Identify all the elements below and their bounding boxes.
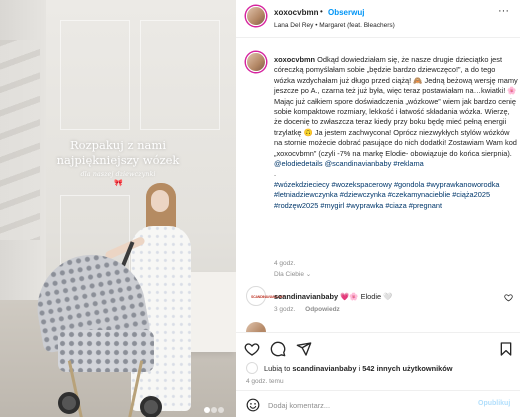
caption-hashtags[interactable]: #wózekdzieciecy #wozekspacerowy #gondola… bbox=[274, 180, 500, 210]
next-comment-avatar bbox=[246, 322, 266, 332]
likes-text[interactable]: Lubią to scandinavianbaby i 542 innych u… bbox=[264, 364, 453, 373]
carousel-dot[interactable] bbox=[218, 407, 224, 413]
comment-username[interactable]: scandinavianbaby bbox=[274, 292, 338, 301]
carousel-dots bbox=[204, 400, 228, 413]
separator-dot: • bbox=[320, 7, 323, 16]
caption-dot: . bbox=[274, 169, 277, 179]
emoji-icon[interactable] bbox=[246, 398, 260, 412]
avatar[interactable] bbox=[246, 6, 266, 26]
caption-section: xoxocvbmn Odkąd dowiedziałam się, że nas… bbox=[236, 38, 520, 328]
instagram-post-modal: Rozpakuj z nami najpiękniejszy wózek dla… bbox=[0, 0, 520, 417]
overlay-subtext: dla naszej dziewczynki bbox=[80, 170, 156, 178]
header-username[interactable]: xoxocvbmn bbox=[274, 8, 318, 17]
post-side-panel: xoxocvbmn • Obserwuj Lana Del Rey • Marg… bbox=[236, 0, 520, 417]
comment-time: 3 godz. bbox=[274, 306, 296, 313]
likes-count[interactable]: 542 innych użytkowników bbox=[362, 364, 452, 373]
post-photo[interactable]: Rozpakuj z nami najpiękniejszy wózek dla… bbox=[0, 0, 236, 417]
caption-username[interactable]: xoxocvbmn bbox=[274, 55, 315, 64]
photo-woman-face bbox=[151, 190, 169, 212]
wall-panel bbox=[60, 20, 130, 130]
carousel-dot[interactable] bbox=[211, 407, 217, 413]
share-icon[interactable] bbox=[296, 341, 312, 357]
comment-avatar[interactable]: SCANDINAVIANBABY bbox=[246, 286, 284, 306]
reply-button[interactable]: Odpowiedz bbox=[305, 306, 340, 313]
comment-text: scandinavianbaby 💗🌸 Elodie 🤍 bbox=[274, 292, 392, 301]
overlay-text-line: Rozpakuj z nami bbox=[69, 138, 166, 152]
publish-button[interactable]: Opublikuj bbox=[478, 400, 510, 407]
caption-mentions[interactable]: @elodiedetails @scandinavianbaby #reklam… bbox=[274, 159, 424, 168]
comment-like-icon[interactable] bbox=[504, 293, 513, 302]
action-bar bbox=[236, 332, 520, 366]
bow-emoji: 🎀 bbox=[114, 180, 123, 187]
wall-panel bbox=[140, 20, 220, 130]
post-timestamp: 4 godz. temu bbox=[246, 378, 284, 385]
likes-prefix: Lubią to bbox=[264, 364, 293, 373]
comment-input[interactable] bbox=[268, 398, 468, 412]
likes-user[interactable]: scandinavianbaby bbox=[292, 364, 356, 373]
caption-text: xoxocvbmn Odkąd dowiedziałam się, że nas… bbox=[274, 55, 518, 211]
stroller-wheel bbox=[140, 396, 162, 417]
comment-body: 💗🌸 Elodie 🤍 bbox=[340, 292, 393, 301]
heart-icon[interactable] bbox=[244, 341, 260, 357]
follow-button[interactable]: Obserwuj bbox=[328, 8, 364, 17]
avatar[interactable] bbox=[246, 52, 266, 72]
post-header: xoxocvbmn • Obserwuj Lana Del Rey • Marg… bbox=[236, 0, 520, 38]
bookmark-icon[interactable] bbox=[498, 341, 514, 357]
comment-meta: 3 godz. Odpowiedz bbox=[274, 306, 340, 313]
audio-track[interactable]: Lana Del Rey • Margaret (feat. Bleachers… bbox=[274, 22, 395, 29]
more-options-icon[interactable]: ··· bbox=[498, 5, 509, 17]
add-comment-bar: Opublikuj bbox=[236, 390, 520, 417]
stroller-wheel bbox=[58, 392, 80, 414]
comment-icon[interactable] bbox=[270, 341, 286, 357]
likes-summary: Lubią to scandinavianbaby i 542 innych u… bbox=[236, 362, 520, 376]
overlay-text-line: najpiękniejszy wózek bbox=[56, 153, 180, 167]
likes-avatar[interactable] bbox=[246, 362, 258, 374]
for-you-label[interactable]: Dla Ciebie ⌄ bbox=[274, 270, 311, 278]
caption-time: 4 godz. bbox=[274, 260, 296, 267]
caption-body: Odkąd dowiedziałam się, że nasze drugie … bbox=[274, 55, 518, 158]
carousel-dot[interactable] bbox=[204, 407, 210, 413]
